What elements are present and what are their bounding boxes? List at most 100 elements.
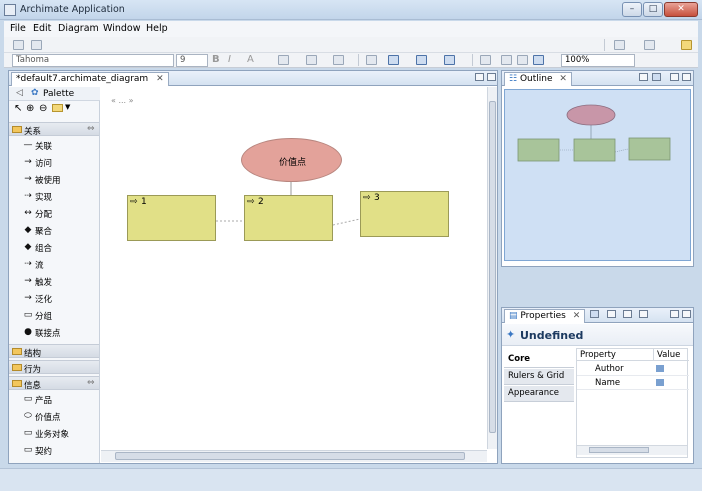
vertical-scrollbar[interactable] (487, 87, 497, 449)
minimize-view-icon[interactable] (475, 73, 484, 81)
connection-style-icon[interactable] (333, 55, 344, 65)
minimize-view-icon[interactable] (670, 73, 679, 81)
palette-item[interactable]: → 被使用 (9, 171, 99, 188)
horizontal-scrollbar[interactable] (101, 450, 487, 462)
palette-item[interactable]: ▭ 业务对象 (9, 425, 99, 442)
editor-tab[interactable]: *default7.archimate_diagram ✕ (11, 72, 169, 86)
outline-tree-icon[interactable] (652, 73, 661, 81)
palette-item[interactable]: ⇢ 实现 (9, 188, 99, 205)
zoom-out-icon[interactable]: ⊖ (39, 103, 47, 114)
palette-item[interactable]: ● 联接点 (9, 324, 99, 341)
column-header-property[interactable]: Property (577, 349, 653, 361)
properties-tab-close-icon[interactable]: ✕ (573, 311, 581, 321)
menu-edit[interactable]: Edit (33, 23, 51, 34)
fill-color-icon[interactable] (278, 55, 289, 65)
property-table-scrollbar[interactable] (577, 445, 687, 455)
font-name-select[interactable]: Tahoma (12, 54, 174, 67)
menu-window[interactable]: Window (103, 23, 140, 34)
table-row[interactable]: Name (577, 376, 689, 390)
palette-item[interactable]: → 触发 (9, 273, 99, 290)
bold-button[interactable]: B (212, 54, 220, 65)
diagram-element-3[interactable]: ⇨ 3 (360, 191, 449, 237)
maximize-view-icon[interactable] (682, 310, 691, 318)
font-size-select[interactable]: 9 (176, 54, 208, 67)
menu-diagram[interactable]: Diagram (58, 23, 99, 34)
maximize-view-icon[interactable] (487, 73, 496, 81)
diagram-element-2[interactable]: ⇨ 2 (244, 195, 333, 241)
value-element[interactable]: 价值点 (241, 138, 342, 182)
property-table-scroll-thumb[interactable] (589, 447, 649, 453)
palette-item[interactable]: ▭ 分组 (9, 307, 99, 324)
reset-size-icon[interactable] (480, 55, 491, 65)
match-size-icon[interactable] (444, 55, 455, 65)
align-icon[interactable] (416, 55, 427, 65)
new-property-icon[interactable] (639, 310, 648, 318)
properties-tab[interactable]: ▤ Properties ✕ (504, 309, 586, 323)
element-label: 1 (141, 197, 147, 207)
palette-item-label: 分配 (35, 210, 53, 220)
maximize-view-icon[interactable] (682, 73, 691, 81)
note-dropdown-icon[interactable]: ▼ (65, 103, 70, 111)
connection-router-icon[interactable] (501, 55, 512, 65)
palette-collapse-icon[interactable]: ◁ (16, 88, 23, 98)
palette-item[interactable]: → 泛化 (9, 290, 99, 307)
close-button[interactable]: ✕ (664, 2, 698, 17)
menu-file[interactable]: File (10, 23, 26, 34)
palette-item[interactable]: ↔ 分配 (9, 205, 99, 222)
outline-link-icon[interactable] (639, 73, 648, 81)
palette-item-label: 流 (35, 261, 44, 271)
tab-rulers-grid[interactable]: Rulers & Grid (504, 369, 574, 385)
advanced-icon[interactable] (623, 310, 632, 318)
dashed-connection-2-3[interactable] (332, 218, 361, 226)
minimize-button[interactable]: – (622, 2, 642, 17)
diagram-element-1[interactable]: ⇨ 1 (127, 195, 216, 241)
back-icon[interactable] (614, 40, 625, 50)
tab-core[interactable]: Core (504, 352, 574, 368)
line-color-icon[interactable] (306, 55, 317, 65)
palette-item[interactable]: ⬭ 价值点 (9, 408, 99, 425)
palette-section-relations[interactable]: 关系 ⇔ (9, 122, 99, 137)
minimize-view-icon[interactable] (670, 310, 679, 318)
forward-icon[interactable] (644, 40, 655, 50)
italic-button[interactable]: I (228, 54, 231, 65)
select-all-icon[interactable] (388, 55, 399, 65)
column-header-value[interactable]: Value (653, 349, 689, 361)
section-toggle-icon[interactable]: ⇔ (87, 124, 95, 134)
editor-tab-close-icon[interactable]: ✕ (156, 74, 164, 84)
tab-appearance[interactable]: Appearance (504, 386, 574, 402)
maximize-button[interactable]: □ (643, 2, 663, 17)
diagram-canvas[interactable]: « ... » 价值点 ⇨ 1 ⇨ 2 ⇨ 3 (101, 87, 486, 449)
palette-item[interactable]: ◆ 聚合 (9, 222, 99, 239)
pin-view-icon[interactable] (590, 310, 599, 318)
pin-icon[interactable] (681, 40, 692, 50)
font-color-button[interactable]: A (247, 54, 254, 65)
note-icon[interactable] (52, 104, 63, 112)
outline-tab[interactable]: ☷ Outline ✕ (504, 72, 572, 86)
router-icon[interactable] (366, 55, 377, 65)
zoom-select[interactable]: 100% (561, 54, 635, 67)
palette-section-information[interactable]: 信息 ⇔ (9, 376, 99, 391)
palette-item[interactable]: ▭ 契约 (9, 442, 99, 459)
select-tool-icon[interactable]: ↖ (14, 103, 22, 114)
palette-section-behavior[interactable]: 行为 (9, 360, 99, 375)
vertical-scroll-thumb[interactable] (489, 101, 496, 433)
horizontal-scroll-thumb[interactable] (115, 452, 465, 460)
save-icon[interactable] (13, 40, 24, 50)
palette-item[interactable]: ◆ 组合 (9, 239, 99, 256)
palette-item[interactable]: ⇢ 流 (9, 256, 99, 273)
zoom-in-icon[interactable]: ⊕ (26, 103, 34, 114)
table-row[interactable]: Author (577, 362, 689, 376)
section-toggle-icon[interactable]: ⇔ (87, 378, 95, 388)
palette-item[interactable]: — 关联 (9, 137, 99, 154)
categories-icon[interactable] (607, 310, 616, 318)
outline-thumbnail[interactable] (504, 89, 691, 261)
menu-help[interactable]: Help (146, 23, 168, 34)
palette-item[interactable]: → 访问 (9, 154, 99, 171)
grid-icon[interactable] (533, 55, 544, 65)
palette-section-structure[interactable]: 结构 (9, 344, 99, 359)
outline-tab-close-icon[interactable]: ✕ (559, 74, 567, 84)
palette-item[interactable]: ▭ 产品 (9, 391, 99, 408)
print-icon[interactable] (31, 40, 42, 50)
format-toolbar: Tahoma 9 B I A 100% (4, 53, 698, 68)
manhattan-router-icon[interactable] (517, 55, 528, 65)
